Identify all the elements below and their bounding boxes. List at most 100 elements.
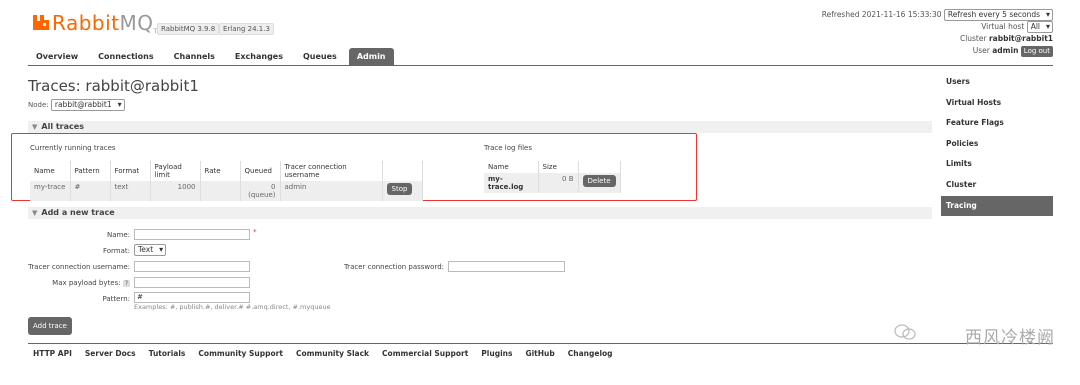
rabbitmq-logo-icon (32, 14, 50, 31)
footer-link-tutorials[interactable]: Tutorials (149, 349, 186, 358)
col-log-size: Size (538, 161, 579, 173)
running-traces-title: Currently running traces (30, 144, 116, 152)
logo-rabbit: Rabbit (52, 11, 120, 35)
pattern-hint: Examples: #, publish.#, deliver.# #.amq.… (134, 303, 331, 311)
trace-payload-limit: 1000 (150, 181, 201, 201)
col-name: Name (30, 161, 71, 181)
footer-link-community-support[interactable]: Community Support (198, 349, 283, 358)
footer-link-github[interactable]: GitHub (525, 349, 554, 358)
max-payload-label: Max payload bytes: ? (52, 279, 130, 287)
stop-button[interactable]: Stop (386, 183, 413, 195)
footer-link-community-slack[interactable]: Community Slack (296, 349, 369, 358)
table-header-row: Name Size (484, 161, 621, 173)
all-traces-header[interactable]: ▼ All traces (28, 121, 932, 133)
sidebar-item-virtual-hosts[interactable]: Virtual Hosts (941, 93, 1053, 114)
running-traces-table: Name Pattern Format Payload limit Rate Q… (30, 161, 423, 201)
format-label: Format: (102, 247, 130, 255)
sidebar-item-limits[interactable]: Limits (941, 154, 1053, 175)
col-username: Tracer connection username (280, 161, 383, 181)
queue-link[interactable]: (queue) (245, 191, 275, 199)
cluster-label: Cluster (959, 34, 987, 43)
trace-pattern: # (70, 181, 111, 201)
sidebar-item-policies[interactable]: Policies (941, 134, 1053, 155)
tab-channels[interactable]: Channels (166, 48, 223, 65)
node-label: Node: (28, 101, 49, 109)
trace-actions: Stop (382, 181, 423, 201)
table-row: my-trace # text 1000 0 (queue) admin Stop (30, 181, 423, 201)
refresh-select[interactable]: Refresh every 5 seconds (943, 9, 1053, 21)
trace-queued: 0 (queue) (240, 181, 281, 201)
col-log-name: Name (484, 161, 539, 173)
collapse-arrow-icon: ▼ (32, 209, 38, 217)
header-status: Refreshed 2021-11-16 15:33:30 Refresh ev… (822, 9, 1053, 57)
name-input[interactable] (134, 229, 250, 240)
sidebar-item-feature-flags[interactable]: Feature Flags (941, 113, 1053, 134)
tab-admin[interactable]: Admin (348, 48, 394, 65)
admin-sidebar: Users Virtual Hosts Feature Flags Polici… (941, 72, 1053, 217)
col-queued: Queued (240, 161, 281, 181)
sidebar-item-tracing[interactable]: Tracing (941, 195, 1053, 217)
tracer-password-input[interactable] (448, 261, 565, 272)
tracer-username-label: Tracer connection username: (28, 263, 130, 271)
col-pattern: Pattern (70, 161, 111, 181)
help-icon[interactable]: ? (122, 280, 130, 287)
col-log-actions (578, 161, 621, 173)
name-label: Name: (106, 231, 130, 239)
sidebar-item-users[interactable]: Users (941, 72, 1053, 93)
footer-link-commercial-support[interactable]: Commercial Support (382, 349, 468, 358)
log-file-link[interactable]: my-trace.log (484, 173, 539, 193)
footer-link-changelog[interactable]: Changelog (568, 349, 613, 358)
footer-divider (28, 343, 1053, 344)
tracer-username-input[interactable] (134, 261, 250, 272)
sidebar-item-cluster[interactable]: Cluster (941, 175, 1053, 196)
logout-button[interactable]: Log out (1020, 46, 1053, 57)
main-tabs: Overview Connections Channels Exchanges … (28, 48, 398, 65)
log-actions: Delete (578, 173, 621, 193)
trace-log-table: Name Size my-trace.log 0 B Delete (484, 161, 621, 193)
pattern-label: Pattern: (102, 295, 130, 303)
trace-rate (200, 181, 241, 201)
user-label: User (972, 46, 990, 55)
trace-log-title: Trace log files (484, 144, 532, 152)
watermark: 西风冷楼阙 (965, 328, 1055, 348)
footer-link-http-api[interactable]: HTTP API (33, 349, 72, 358)
node-select[interactable]: rabbit@rabbit1 (50, 99, 125, 111)
rabbitmq-version: RabbitMQ 3.9.8 (157, 23, 220, 35)
tab-overview[interactable]: Overview (28, 48, 86, 65)
add-trace-button[interactable]: Add trace (28, 317, 72, 335)
collapse-arrow-icon: ▼ (32, 123, 38, 131)
footer-link-server-docs[interactable]: Server Docs (85, 349, 136, 358)
logo-mq: MQ (119, 11, 154, 35)
format-select[interactable]: Text (134, 244, 167, 256)
vhost-label: Virtual host (981, 22, 1025, 31)
required-mark: * (253, 228, 257, 236)
page-title: Traces: rabbit@rabbit1 (28, 77, 199, 95)
col-actions (382, 161, 423, 181)
log-size: 0 B (538, 173, 579, 193)
cluster-value: rabbit@rabbit1 (988, 34, 1053, 43)
table-header-row: Name Pattern Format Payload limit Rate Q… (30, 161, 423, 181)
max-payload-input[interactable] (134, 277, 250, 288)
wechat-icon (894, 323, 916, 341)
pattern-input[interactable]: # (134, 292, 250, 303)
trace-username: admin (280, 181, 383, 201)
app-logo[interactable]: RabbitMQTM (52, 11, 163, 35)
tab-queues[interactable]: Queues (295, 48, 345, 65)
tracer-password-label: Tracer connection password: (343, 263, 444, 271)
col-payload-limit: Payload limit (150, 161, 201, 181)
erlang-version: Erlang 24.1.3 (219, 23, 274, 35)
footer-links: HTTP API Server Docs Tutorials Community… (33, 349, 613, 358)
col-rate: Rate (200, 161, 241, 181)
add-trace-header[interactable]: ▼ Add a new trace (28, 207, 932, 219)
tab-connections[interactable]: Connections (90, 48, 161, 65)
node-selector: Node: rabbit@rabbit1 (28, 99, 125, 111)
vhost-select[interactable]: All (1026, 21, 1053, 33)
footer-link-plugins[interactable]: Plugins (481, 349, 512, 358)
trace-name: my-trace (30, 181, 71, 201)
trace-format: text (110, 181, 151, 201)
delete-button[interactable]: Delete (582, 175, 616, 187)
col-format: Format (110, 161, 151, 181)
tab-divider (28, 65, 1053, 66)
tab-exchanges[interactable]: Exchanges (227, 48, 291, 65)
user-value: admin (992, 46, 1019, 55)
